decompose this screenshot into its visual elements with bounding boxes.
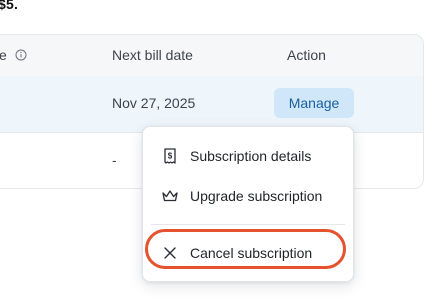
column-header-type: e [0,47,27,64]
top-text-fragment: $5. [0,0,19,12]
menu-item-label: Subscription details [190,148,312,164]
svg-text:$: $ [168,152,173,161]
info-icon[interactable] [15,48,27,64]
table-row: Nov 27, 2025 Manage [0,76,423,133]
menu-divider [151,224,345,225]
menu-item-label: Upgrade subscription [190,188,323,204]
manage-dropdown-menu: $ Subscription details Upgrade subscript… [142,126,354,282]
menu-item-cancel-subscription[interactable]: Cancel subscription [143,234,353,272]
column-header-action: Action [287,47,326,63]
receipt-icon: $ [161,147,179,165]
column-header-next-bill-date: Next bill date [112,47,193,63]
menu-item-subscription-details[interactable]: $ Subscription details [143,137,353,175]
menu-item-upgrade-subscription[interactable]: Upgrade subscription [143,177,353,215]
column-header-type-label: e [0,47,7,63]
manage-button[interactable]: Manage [274,88,354,118]
crown-icon [161,187,179,205]
menu-item-label: Cancel subscription [190,245,313,261]
table-header: e Next bill date Action [0,35,423,77]
next-bill-date-cell: Nov 27, 2025 [112,95,196,111]
next-bill-date-cell: - [112,152,117,168]
close-icon [161,244,179,262]
